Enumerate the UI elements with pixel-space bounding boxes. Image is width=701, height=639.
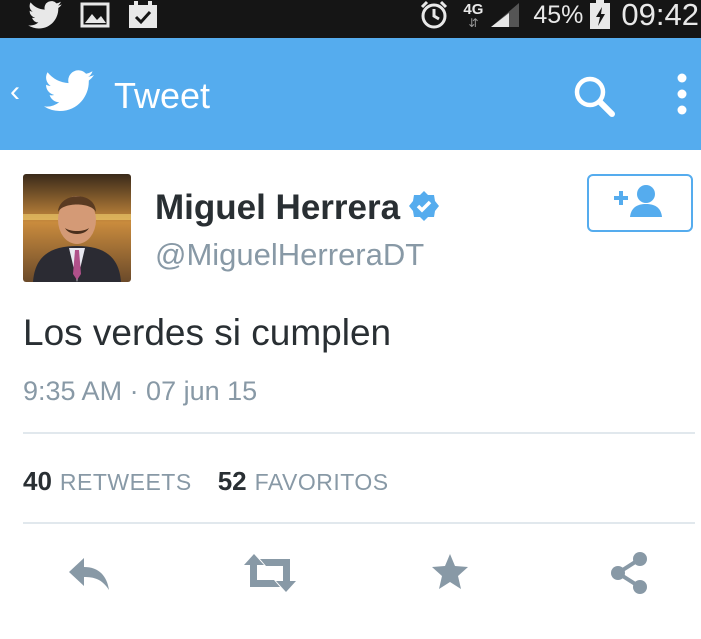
add-user-icon	[612, 183, 668, 224]
status-bar: 4G ⇵ 45% 09:42	[0, 0, 701, 38]
battery-percent: 45%	[533, 0, 584, 29]
battery-icon	[589, 0, 611, 30]
tweet-text: Los verdes si cumplen	[23, 312, 392, 353]
retweets-label[interactable]: RETWEETS	[60, 469, 192, 496]
network-type: 4G ⇵	[463, 0, 484, 30]
page-title: Tweet	[114, 75, 211, 116]
reply-icon[interactable]	[66, 550, 112, 601]
alarm-icon	[419, 0, 449, 30]
calendar-check-icon	[128, 1, 158, 29]
avatar[interactable]	[23, 174, 131, 282]
divider	[23, 432, 695, 434]
signal-icon	[489, 1, 521, 29]
author-name[interactable]: Miguel Herrera	[155, 188, 400, 228]
tweet-timestamp: 9:35 AM · 07 jun 15	[23, 376, 258, 406]
favorites-count[interactable]: 52	[218, 466, 247, 497]
divider	[23, 522, 695, 524]
verified-badge-icon	[408, 190, 440, 227]
image-icon	[80, 2, 110, 28]
retweets-count[interactable]: 40	[23, 466, 52, 497]
favorite-star-icon[interactable]	[428, 550, 472, 599]
search-icon[interactable]	[572, 74, 616, 123]
twitter-icon	[28, 1, 62, 29]
author-name-row: Miguel Herrera	[155, 188, 440, 228]
app-bar: ‹ Tweet	[0, 38, 701, 150]
tweet-stats: 40 RETWEETS 52 FAVORITOS	[23, 466, 415, 497]
share-icon[interactable]	[607, 550, 651, 601]
retweet-icon[interactable]	[242, 550, 298, 601]
favorites-label[interactable]: FAVORITOS	[255, 469, 389, 496]
follow-button[interactable]	[587, 174, 693, 232]
twitter-bird-icon[interactable]	[44, 70, 94, 117]
overflow-menu-icon[interactable]	[676, 72, 688, 121]
back-icon[interactable]: ‹	[10, 74, 20, 110]
clock: 09:42	[621, 0, 699, 32]
author-handle[interactable]: @MiguelHerreraDT	[155, 237, 424, 273]
